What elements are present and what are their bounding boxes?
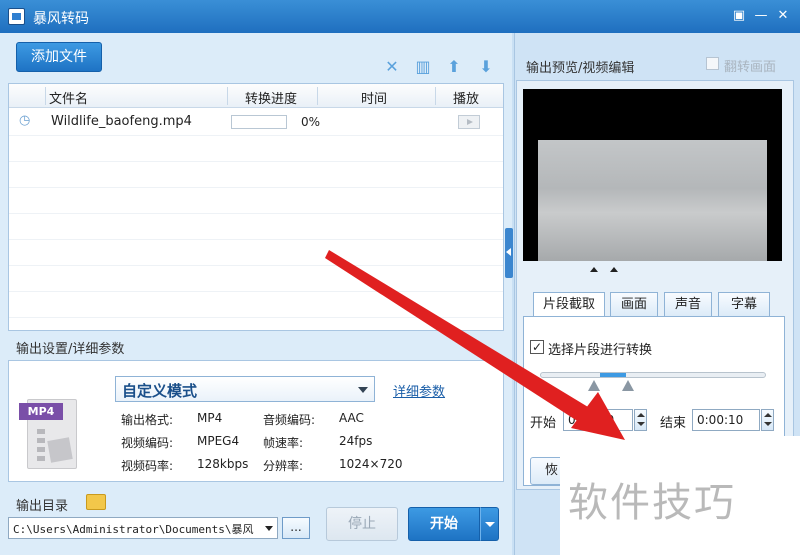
format-badge: MP4	[19, 403, 63, 420]
column-header-time[interactable]: 时间	[361, 88, 387, 107]
row-divider	[9, 239, 503, 240]
info-value: MPEG4	[197, 434, 240, 448]
segment-label: 选择片段进行转换	[548, 343, 653, 358]
output-dir-label: 输出目录	[16, 499, 69, 514]
window-title: 暴风转码	[33, 11, 89, 27]
slider-selection	[600, 373, 626, 377]
clock-icon: ◷	[19, 113, 31, 128]
end-time-field[interactable]: 0:00:10	[692, 409, 760, 431]
info-label: 帧速率:	[263, 436, 304, 450]
chevron-down-icon	[358, 387, 368, 393]
mode-value: 自定义模式	[122, 382, 198, 400]
menu-icon[interactable]: ▣	[730, 8, 748, 24]
output-path-field[interactable]: C:\Users\Administrator\Documents\暴风	[8, 517, 278, 539]
info-value: 128kbps	[197, 457, 249, 471]
tab-picture[interactable]: 画面	[610, 292, 658, 317]
info-label: 视频码率:	[121, 459, 174, 473]
trash-icon[interactable]: ▥	[414, 58, 432, 76]
chevron-down-icon[interactable]	[261, 518, 277, 538]
row-divider	[9, 291, 503, 292]
row-divider	[9, 213, 503, 214]
output-settings-label: 输出设置/详细参数	[16, 342, 125, 357]
column-divider	[227, 87, 228, 105]
table-row[interactable]: ◷ Wildlife_baofeng.mp4 0%	[9, 109, 503, 135]
column-divider	[45, 87, 46, 105]
move-down-icon[interactable]: ⬇	[477, 58, 495, 76]
play-button[interactable]	[458, 115, 480, 129]
info-label: 音频编码:	[263, 413, 316, 427]
segment-checkbox[interactable]: ✓	[530, 340, 544, 354]
flip-label: 翻转画面	[724, 60, 777, 75]
flip-checkbox[interactable]	[706, 57, 719, 70]
list-header: 文件名 转换进度 时间 播放	[9, 84, 503, 108]
mode-dropdown[interactable]: 自定义模式	[115, 376, 375, 402]
video-frame	[538, 140, 767, 261]
file-name: Wildlife_baofeng.mp4	[51, 114, 192, 129]
column-divider	[435, 87, 436, 105]
close-icon[interactable]: ✕	[774, 8, 792, 24]
progress-bar	[231, 115, 287, 129]
detail-params-link[interactable]: 详细参数	[393, 381, 445, 400]
row-divider	[9, 161, 503, 162]
slider-end-handle[interactable]	[622, 380, 634, 391]
info-value: 24fps	[339, 434, 373, 448]
clip-range-slider[interactable]	[540, 372, 766, 378]
info-value: AAC	[339, 411, 364, 425]
file-list: 文件名 转换进度 时间 播放 ◷ Wildlife_baofeng.mp4 0%	[8, 83, 504, 331]
row-divider	[9, 135, 503, 136]
column-header-progress[interactable]: 转换进度	[245, 88, 297, 107]
info-label: 视频编码:	[121, 436, 174, 450]
position-marker-icon	[610, 267, 618, 272]
column-header-play[interactable]: 播放	[453, 88, 479, 107]
info-value: 1024×720	[339, 457, 403, 471]
info-label: 分辨率:	[263, 459, 304, 473]
tab-audio[interactable]: 声音	[664, 292, 712, 317]
column-divider	[317, 87, 318, 105]
slider-start-handle[interactable]	[588, 380, 600, 391]
column-header-filename[interactable]: 文件名	[49, 88, 88, 107]
watermark: 软件技巧	[560, 436, 800, 555]
tab-clip[interactable]: 片段截取	[533, 292, 605, 317]
start-time-field[interactable]: 0:00:00	[563, 409, 633, 431]
info-value: MP4	[197, 411, 223, 425]
row-divider	[9, 187, 503, 188]
output-settings-panel: MP4 自定义模式 详细参数 输出格式: MP4 音频编码: AAC 视频编码:…	[8, 360, 504, 482]
folder-icon[interactable]	[86, 494, 106, 510]
title-bar: 暴风转码 ▣ — ✕	[0, 0, 800, 33]
start-time-label: 开始	[530, 416, 557, 431]
move-up-icon[interactable]: ⬆	[445, 58, 463, 76]
end-time-label: 结束	[660, 416, 687, 431]
row-divider	[9, 317, 503, 318]
row-divider	[9, 265, 503, 266]
end-time-stepper[interactable]	[761, 409, 774, 431]
browse-button[interactable]: ...	[282, 517, 310, 539]
progress-text: 0%	[301, 115, 321, 129]
position-marker-icon	[590, 267, 598, 272]
watermark-text: 软件技巧	[568, 480, 736, 526]
mp4-file-icon: MP4	[19, 399, 81, 471]
minimize-icon[interactable]: —	[752, 8, 770, 24]
start-options-dropdown[interactable]	[480, 507, 499, 541]
start-time-stepper[interactable]	[634, 409, 647, 431]
preview-edit-label: 输出预览/视频编辑	[526, 61, 635, 76]
add-file-button[interactable]: 添加文件	[16, 42, 102, 72]
info-label: 输出格式:	[121, 413, 174, 427]
app-icon	[8, 8, 25, 25]
panel-collapse-handle[interactable]	[505, 228, 513, 278]
remove-icon[interactable]: ✕	[383, 58, 401, 76]
start-button[interactable]: 开始	[408, 507, 480, 541]
tab-subtitle[interactable]: 字幕	[718, 292, 770, 317]
stop-button[interactable]: 停止	[326, 507, 398, 541]
